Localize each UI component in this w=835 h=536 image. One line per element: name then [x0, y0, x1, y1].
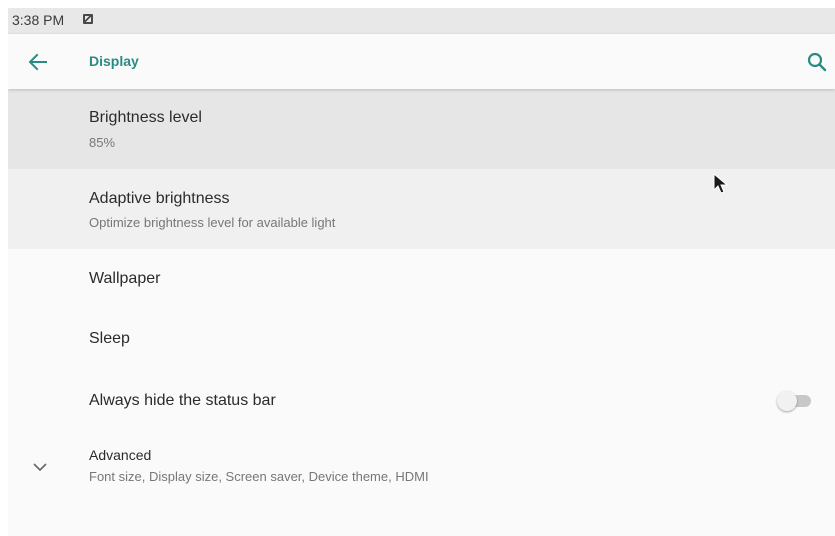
- chevron-down-icon: [33, 463, 47, 472]
- hide-status-bar-title: Always hide the status bar: [89, 392, 276, 409]
- brightness-level-title: Brightness level: [89, 109, 202, 126]
- brightness-level-summary: 85%: [89, 135, 116, 150]
- advanced-summary: Font size, Display size, Screen saver, D…: [89, 469, 429, 484]
- hide-status-bar-item[interactable]: Always hide the status bar: [8, 369, 835, 433]
- settings-list: Brightness level 85% Adaptive brightness…: [8, 89, 835, 509]
- settings-screen: 3:38 PM Display Brightness level 85% Ada…: [8, 8, 835, 536]
- sleep-title: Sleep: [89, 330, 130, 347]
- hide-status-bar-toggle[interactable]: [777, 390, 815, 412]
- toggle-thumb: [777, 391, 797, 411]
- adaptive-brightness-item[interactable]: Adaptive brightness Optimize brightness …: [8, 169, 835, 249]
- sleep-item[interactable]: Sleep: [8, 309, 835, 369]
- back-button[interactable]: [22, 46, 54, 78]
- brightness-level-item[interactable]: Brightness level 85%: [8, 89, 835, 169]
- arrow-back-icon: [28, 53, 47, 71]
- status-time: 3:38 PM: [12, 12, 65, 28]
- search-button[interactable]: [801, 46, 833, 78]
- page-title: Display: [89, 53, 139, 69]
- status-bar: 3:38 PM: [8, 8, 835, 34]
- wallpaper-title: Wallpaper: [89, 270, 161, 287]
- wallpaper-item[interactable]: Wallpaper: [8, 249, 835, 309]
- adaptive-brightness-summary: Optimize brightness level for available …: [89, 215, 336, 230]
- advanced-item[interactable]: Advanced Font size, Display size, Screen…: [8, 433, 835, 509]
- advanced-title: Advanced: [89, 447, 152, 463]
- mouse-pointer-icon: [713, 173, 729, 194]
- search-icon: [807, 52, 827, 72]
- adaptive-brightness-title: Adaptive brightness: [89, 190, 230, 207]
- image-notification-icon: [83, 14, 93, 24]
- app-bar: Display: [8, 34, 835, 89]
